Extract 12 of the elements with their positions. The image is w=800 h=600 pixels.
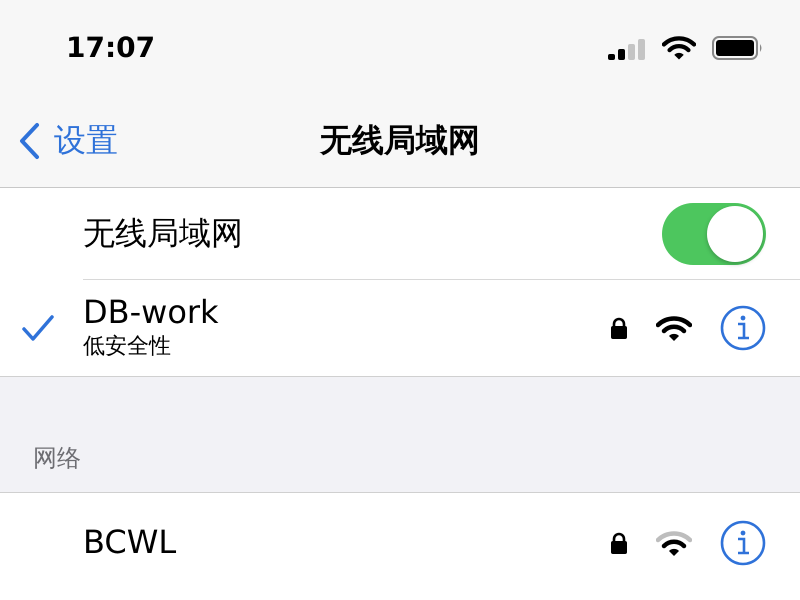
chevron-left-icon bbox=[18, 122, 40, 160]
wifi-label: 无线局域网 bbox=[83, 216, 244, 252]
network-name[interactable]: DB-work bbox=[83, 295, 610, 331]
back-button[interactable]: 设置 bbox=[0, 119, 118, 163]
info-icon[interactable] bbox=[720, 520, 766, 566]
section-header: 网络 bbox=[33, 443, 81, 474]
status-time: 17:07 bbox=[66, 31, 156, 64]
wifi-icon bbox=[662, 34, 696, 60]
battery-icon bbox=[712, 36, 764, 60]
info-icon[interactable] bbox=[720, 305, 766, 351]
nav-title: 无线局域网 bbox=[320, 120, 480, 161]
network-security-note: 低安全性 bbox=[83, 332, 172, 361]
